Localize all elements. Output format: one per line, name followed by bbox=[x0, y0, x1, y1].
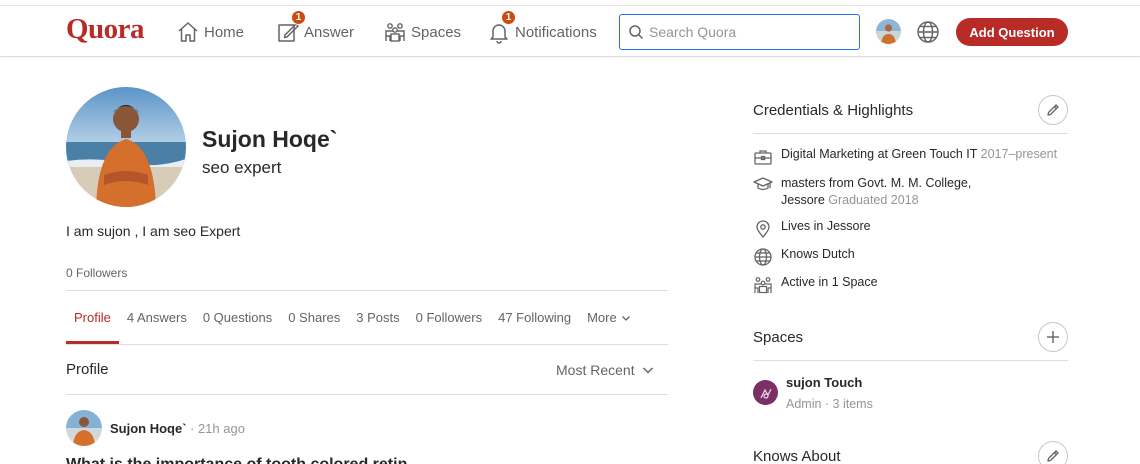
space-avatar[interactable] bbox=[753, 380, 778, 405]
profile-bio: I am sujon , I am seo Expert bbox=[66, 223, 241, 239]
credential-graduated: Graduated 2018 bbox=[828, 193, 919, 207]
nav-answer[interactable]: Answer 1 bbox=[276, 7, 354, 57]
sort-dropdown[interactable]: Most Recent bbox=[556, 362, 655, 378]
language-globe-icon[interactable] bbox=[916, 20, 940, 44]
nav-spaces[interactable]: Spaces bbox=[383, 7, 461, 57]
home-icon bbox=[178, 22, 198, 42]
space-meta: Admin · 3 items bbox=[786, 397, 873, 411]
divider bbox=[66, 344, 668, 345]
post-timestamp: · 21h ago bbox=[190, 421, 245, 436]
section-title: Profile bbox=[66, 361, 109, 378]
tab-posts[interactable]: 3 Posts bbox=[348, 291, 407, 344]
tab-shares[interactable]: 0 Shares bbox=[280, 291, 348, 344]
tab-more-label: More bbox=[587, 310, 617, 325]
globe-icon bbox=[754, 248, 772, 266]
briefcase-icon bbox=[754, 150, 772, 165]
credential-text: masters from Govt. M. M. College, bbox=[781, 176, 972, 190]
nav-home-label: Home bbox=[204, 23, 245, 41]
graduation-cap-icon bbox=[753, 177, 773, 191]
spaces-icon bbox=[754, 277, 772, 294]
tab-more[interactable]: More bbox=[579, 291, 640, 344]
profile-tabs: Profile 4 Answers 0 Questions 0 Shares 3… bbox=[66, 291, 668, 344]
credential-language: Knows Dutch bbox=[753, 247, 855, 267]
spaces-icon bbox=[385, 23, 405, 42]
credential-text-2: Jessore bbox=[781, 193, 825, 207]
answer-badge: 1 bbox=[291, 10, 306, 25]
pencil-icon bbox=[1047, 104, 1059, 116]
tab-following[interactable]: 47 Following bbox=[490, 291, 579, 344]
knows-about-heading: Knows About bbox=[753, 448, 841, 464]
chevron-down-icon bbox=[642, 367, 653, 374]
search-input[interactable] bbox=[649, 24, 849, 40]
user-photo-icon bbox=[876, 19, 901, 44]
pencil-icon bbox=[1047, 450, 1059, 462]
search-icon bbox=[629, 25, 644, 40]
chevron-down-icon bbox=[621, 315, 630, 321]
tab-followers[interactable]: 0 Followers bbox=[408, 291, 490, 344]
header-avatar[interactable] bbox=[876, 19, 901, 44]
spaces-heading: Spaces bbox=[753, 329, 804, 346]
divider bbox=[753, 360, 1068, 361]
divider bbox=[753, 133, 1068, 134]
space-logo-icon bbox=[759, 388, 772, 399]
edit-knows-about-button[interactable] bbox=[1038, 441, 1068, 464]
credential-text: Digital Marketing at Green Touch IT bbox=[781, 147, 978, 161]
nav-home[interactable]: Home bbox=[176, 7, 244, 57]
add-question-button[interactable]: Add Question bbox=[956, 18, 1068, 46]
post-author-name[interactable]: Sujon Hoqe` bbox=[110, 421, 187, 436]
follower-count[interactable]: 0 Followers bbox=[66, 266, 127, 280]
credential-text: Knows Dutch bbox=[781, 247, 855, 261]
profile-name: Sujon Hoqe` bbox=[202, 126, 338, 152]
post-question-title[interactable]: What is the importance of tooth colored … bbox=[66, 456, 421, 464]
profile-tagline: seo expert bbox=[202, 158, 282, 177]
nav-answer-label: Answer bbox=[304, 23, 355, 41]
location-pin-icon bbox=[756, 220, 770, 238]
sort-label: Most Recent bbox=[556, 362, 635, 378]
add-space-button[interactable] bbox=[1038, 322, 1068, 352]
top-navbar: Quora Home Answer 1 Spaces Notifications… bbox=[0, 7, 1140, 57]
post-author-avatar[interactable] bbox=[66, 410, 102, 446]
quora-logo[interactable]: Quora bbox=[66, 13, 145, 46]
nav-notifications-label: Notifications bbox=[515, 23, 597, 41]
tab-questions[interactable]: 0 Questions bbox=[195, 291, 280, 344]
top-strip bbox=[0, 0, 1140, 6]
profile-avatar[interactable] bbox=[66, 87, 186, 207]
plus-icon bbox=[1047, 331, 1059, 343]
credentials-heading: Credentials & Highlights bbox=[753, 102, 914, 119]
tab-profile[interactable]: Profile bbox=[66, 291, 119, 344]
nav-notifications[interactable]: Notifications 1 bbox=[487, 7, 597, 57]
credential-text: Lives in Jessore bbox=[781, 219, 871, 233]
credential-spaces: Active in 1 Space bbox=[753, 275, 878, 295]
notifications-badge: 1 bbox=[501, 10, 516, 25]
search-box[interactable] bbox=[619, 14, 860, 50]
credential-location: Lives in Jessore bbox=[753, 219, 871, 239]
user-photo-icon bbox=[66, 410, 102, 446]
nav-spaces-label: Spaces bbox=[411, 23, 462, 41]
credential-text: Active in 1 Space bbox=[781, 275, 878, 289]
credential-employment: Digital Marketing at Green Touch IT 2017… bbox=[753, 147, 1057, 167]
divider bbox=[66, 394, 668, 395]
space-name[interactable]: sujon Touch bbox=[786, 375, 862, 390]
profile-photo-icon bbox=[66, 87, 186, 207]
edit-credentials-button[interactable] bbox=[1038, 95, 1068, 125]
credential-education: masters from Govt. M. M. College, Jessor… bbox=[753, 175, 971, 209]
tab-answers[interactable]: 4 Answers bbox=[119, 291, 195, 344]
credential-dates: 2017–present bbox=[980, 147, 1058, 161]
